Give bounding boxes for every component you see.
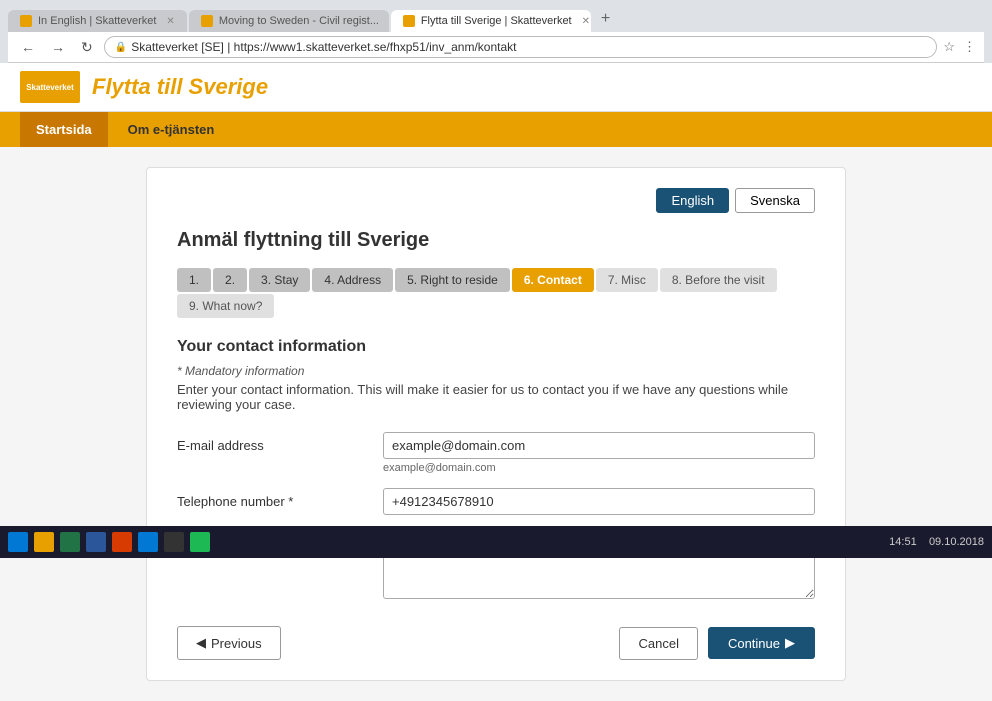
tab-favicon-2 — [201, 15, 213, 27]
phone-field-container — [383, 488, 815, 515]
previous-arrow-icon: ◀ — [196, 635, 206, 651]
main-content: English Svenska Anmäl flyttning till Sve… — [0, 147, 992, 701]
email-input[interactable] — [383, 432, 815, 459]
logo: Skatteverket — [20, 71, 80, 103]
step-8-before[interactable]: 8. Before the visit — [660, 268, 777, 292]
form-main-title: Anmäl flyttning till Sverige — [177, 229, 815, 252]
phone-input[interactable] — [383, 488, 815, 515]
taskbar-left — [8, 532, 210, 552]
lang-svenska-button[interactable]: Svenska — [735, 188, 815, 213]
steps-bar: 1. 2. 3. Stay 4. Address 5. Right to res… — [177, 268, 815, 318]
nav-item-om-etjansten[interactable]: Om e-tjänsten — [112, 112, 231, 147]
tab-close-3[interactable]: ✕ — [582, 16, 590, 27]
step-3-stay[interactable]: 3. Stay — [249, 268, 310, 292]
taskbar-app-5[interactable] — [138, 532, 158, 552]
taskbar-app-4[interactable] — [112, 532, 132, 552]
continue-label: Continue — [728, 636, 780, 651]
step-7-misc[interactable]: 7. Misc — [596, 268, 658, 292]
taskbar-date: 09.10.2018 — [929, 536, 984, 548]
tab-bar: In English | Skatteverket ✕ Moving to Sw… — [8, 6, 984, 32]
tab-label-1: In English | Skatteverket — [38, 15, 156, 27]
back-button[interactable]: ← — [16, 37, 40, 57]
step-4-address[interactable]: 4. Address — [312, 268, 393, 292]
logo-area: Skatteverket — [20, 71, 80, 103]
taskbar: 14:51 09.10.2018 — [0, 526, 992, 558]
tab-label-2: Moving to Sweden - Civil regist... — [219, 15, 379, 27]
taskbar-right: 14:51 09.10.2018 — [889, 536, 984, 548]
reload-button[interactable]: ↻ — [76, 37, 98, 58]
taskbar-app-7[interactable] — [190, 532, 210, 552]
mandatory-note: * Mandatory information — [177, 364, 815, 378]
tab-3[interactable]: Flytta till Sverige | Skatteverket ✕ — [391, 10, 591, 32]
step-9-what[interactable]: 9. What now? — [177, 294, 274, 318]
email-field-container: example@domain.com — [383, 432, 815, 474]
lock-icon: 🔒 — [115, 42, 127, 53]
lang-switcher: English Svenska — [177, 188, 815, 213]
continue-arrow-icon: ▶ — [785, 635, 795, 651]
nav-bar: Startsida Om e-tjänsten — [0, 112, 992, 147]
phone-label: Telephone number * — [177, 488, 367, 509]
tab-favicon-1 — [20, 15, 32, 27]
taskbar-app-1[interactable] — [34, 532, 54, 552]
address-bar[interactable]: 🔒 Skatteverket [SE] | https://www1.skatt… — [104, 36, 938, 58]
button-row: ◀ Previous Cancel Continue ▶ — [177, 626, 815, 660]
section-title: Your contact information — [177, 338, 815, 356]
lang-english-button[interactable]: English — [656, 188, 729, 213]
taskbar-app-6[interactable] — [164, 532, 184, 552]
tab-favicon-3 — [403, 15, 415, 27]
previous-button[interactable]: ◀ Previous — [177, 626, 281, 660]
logo-text: Skatteverket — [26, 83, 74, 92]
previous-label: Previous — [211, 636, 262, 651]
email-label: E-mail address — [177, 432, 367, 453]
page-title-header: Flytta till Sverige — [92, 74, 268, 100]
tab-close-1[interactable]: ✕ — [166, 16, 174, 27]
tab-1[interactable]: In English | Skatteverket ✕ — [8, 10, 187, 32]
intro-text: Enter your contact information. This wil… — [177, 382, 815, 412]
phone-row: Telephone number * — [177, 488, 815, 515]
browser-icons: ☆ ⋮ — [943, 39, 976, 55]
form-card: English Svenska Anmäl flyttning till Sve… — [146, 167, 846, 681]
page-header: Skatteverket Flytta till Sverige — [0, 63, 992, 112]
new-tab-button[interactable]: + — [593, 6, 618, 32]
taskbar-app-3[interactable] — [86, 532, 106, 552]
forward-button[interactable]: → — [46, 37, 70, 57]
menu-icon[interactable]: ⋮ — [963, 39, 976, 55]
tab-label-3: Flytta till Sverige | Skatteverket — [421, 15, 572, 27]
step-5-right[interactable]: 5. Right to reside — [395, 268, 510, 292]
tab-2[interactable]: Moving to Sweden - Civil regist... ✕ — [189, 10, 389, 32]
email-row: E-mail address example@domain.com — [177, 432, 815, 474]
taskbar-time: 14:51 — [889, 536, 917, 548]
cancel-button[interactable]: Cancel — [619, 627, 697, 660]
step-6-contact[interactable]: 6. Contact — [512, 268, 594, 292]
step-1[interactable]: 1. — [177, 268, 211, 292]
nav-item-startsida[interactable]: Startsida — [20, 112, 108, 147]
taskbar-app-2[interactable] — [60, 532, 80, 552]
start-icon[interactable] — [8, 532, 28, 552]
continue-button[interactable]: Continue ▶ — [708, 627, 815, 659]
address-bar-row: ← → ↻ 🔒 Skatteverket [SE] | https://www1… — [8, 32, 984, 63]
browser-chrome: In English | Skatteverket ✕ Moving to Sw… — [0, 0, 992, 63]
email-hint: example@domain.com — [383, 462, 815, 474]
address-text: Skatteverket [SE] | https://www1.skattev… — [131, 40, 516, 54]
bookmark-icon[interactable]: ☆ — [943, 39, 955, 55]
right-buttons: Cancel Continue ▶ — [619, 627, 815, 660]
step-2[interactable]: 2. — [213, 268, 247, 292]
